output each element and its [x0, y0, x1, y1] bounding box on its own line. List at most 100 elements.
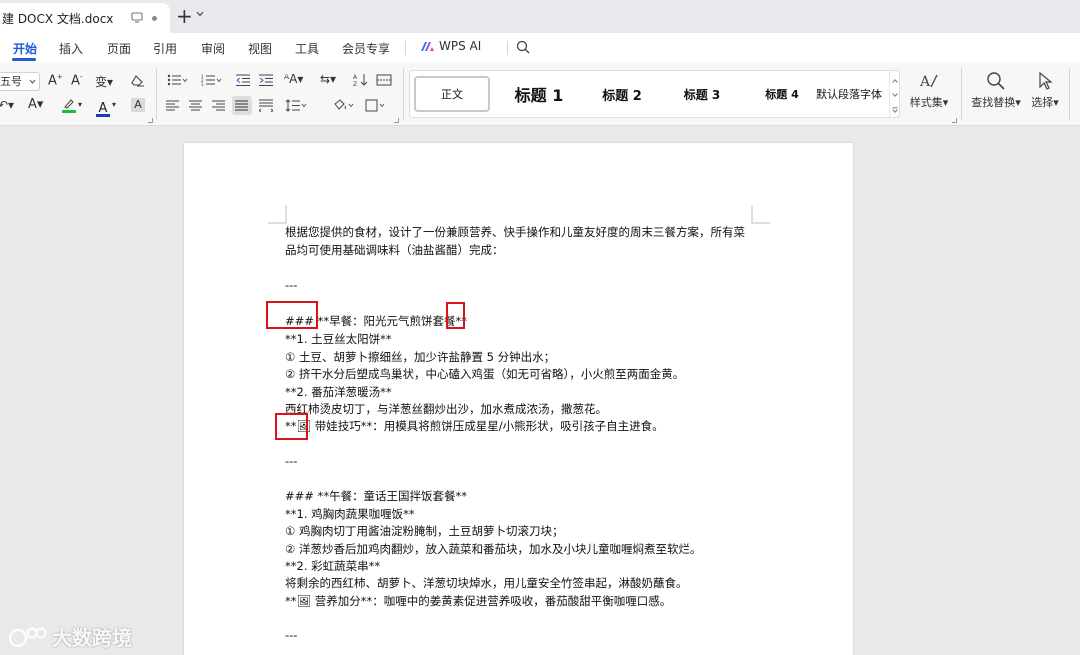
line-spacing-menu-icon[interactable]: ⇆▾	[320, 72, 336, 86]
unsaved-dot-icon[interactable]	[152, 16, 157, 21]
doc-paragraph[interactable]: **🖼 带娃技巧**：用模具将煎饼压成星星/小熊形状，吸引孩子自主进食。	[285, 418, 664, 434]
highlight-color-icon[interactable]	[61, 98, 77, 113]
new-tab-button[interactable]: +	[176, 6, 193, 26]
search-icon	[987, 72, 1005, 90]
crop-mark-top-right	[751, 205, 770, 224]
doc-paragraph[interactable]: **2. 彩虹蔬菜串**	[285, 558, 380, 574]
style-heading-4[interactable]: 标题 4	[742, 71, 822, 117]
expand-gallery-icon	[892, 107, 898, 113]
menu-references[interactable]: 引用	[153, 40, 177, 57]
svg-text:A: A	[919, 74, 931, 90]
justify-icon	[235, 100, 248, 111]
watermark-logo-icon	[8, 627, 47, 647]
find-replace-button[interactable]: 查找替换▾	[968, 71, 1024, 110]
annotation-box-heading-marks	[266, 301, 318, 329]
paint-bucket-icon[interactable]	[332, 99, 356, 112]
watermark-text: 大数跨境	[52, 626, 132, 650]
character-shading-icon[interactable]: A	[131, 98, 145, 112]
annotation-box-closing-asterisks	[446, 302, 465, 329]
text-direction-icon[interactable]: ᴬA▾	[284, 72, 303, 86]
eraser-icon[interactable]	[131, 74, 145, 87]
doc-paragraph[interactable]: 西红柿烫皮切丁，与洋葱丝翻炒出沙，加水煮成浓汤，撒葱花。	[285, 401, 607, 417]
ribbon-divider	[1069, 68, 1070, 120]
menu-view[interactable]: 视图	[248, 40, 272, 57]
font-size-select[interactable]: 五号	[0, 72, 40, 91]
doc-paragraph[interactable]: **🖼 营养加分**：咖喱中的姜黄素促进营养吸收，番茄酸甜平衡咖喱口感。	[285, 593, 671, 609]
wps-ai-button[interactable]: WPS AI	[421, 39, 481, 53]
doc-paragraph[interactable]: ② 挤干水分后塑成鸟巢状，中心磕入鸡蛋（如无可省略），小火煎至两面金黄。	[285, 366, 684, 382]
font-color-icon[interactable]: A	[96, 97, 110, 117]
ribbon-toolbar: 五号 A+ A- 变▾ ↶▾ A▾ ▾ A ▾ A 123 ᴬA▾ ⇆▾ A Z…	[0, 62, 1080, 126]
ribbon-divider	[961, 68, 962, 120]
doc-paragraph[interactable]: **1. 鸡胸肉蔬果咖喱饭**	[285, 506, 415, 522]
justify-button[interactable]	[232, 96, 252, 115]
chevron-down-icon[interactable]	[196, 11, 204, 17]
style-heading-3[interactable]: 标题 3	[662, 71, 742, 117]
distributed-align-icon[interactable]	[259, 99, 273, 112]
styles-gallery-scroll[interactable]	[889, 71, 899, 117]
doc-separator[interactable]: ---	[285, 628, 297, 642]
doc-paragraph[interactable]: **1. 土豆丝太阳饼**	[285, 331, 392, 347]
menu-member[interactable]: 会员专享	[342, 40, 390, 57]
rotate-text-icon[interactable]: ↶▾	[0, 98, 14, 112]
styles-dialog-launcher-icon[interactable]	[952, 118, 957, 123]
increase-indent-icon[interactable]	[259, 74, 273, 86]
bullet-list-icon[interactable]	[167, 74, 189, 86]
style-heading-2[interactable]: 标题 2	[582, 71, 662, 117]
align-left-icon[interactable]	[166, 100, 179, 111]
chevron-up-icon	[892, 79, 898, 83]
annotation-box-broken-emoji	[275, 413, 308, 440]
chevron-down-icon	[892, 93, 898, 97]
paragraph-dialog-launcher-icon[interactable]	[394, 118, 399, 123]
menu-tools[interactable]: 工具	[295, 40, 319, 57]
grow-font-icon[interactable]: A+	[48, 73, 63, 88]
search-icon[interactable]	[516, 40, 530, 54]
align-center-icon[interactable]	[189, 100, 202, 111]
ribbon-divider	[156, 68, 157, 120]
decrease-indent-icon[interactable]	[236, 74, 250, 86]
doc-paragraph[interactable]: **2. 番茄洋葱暖汤**	[285, 384, 392, 400]
style-set-label: 样式集	[909, 96, 943, 109]
menu-review[interactable]: 审阅	[201, 40, 225, 57]
doc-paragraph[interactable]: 将剩余的西红柿、胡萝卜、洋葱切块焯水，用儿童安全竹签串起，淋酸奶蘸食。	[285, 575, 688, 591]
style-default-paragraph-font[interactable]: 默认段落字体	[812, 71, 886, 117]
doc-separator[interactable]: ---	[285, 454, 297, 468]
select-button[interactable]: 选择▾	[1026, 71, 1064, 110]
menu-divider	[405, 41, 406, 55]
pinyin-guide-icon[interactable]: 变▾	[95, 73, 113, 90]
styles-gallery: 正文 标题 1 标题 2 标题 3 标题 4 默认段落字体	[409, 70, 900, 118]
tab-bar: 建 DOCX 文档.docx +	[0, 0, 1080, 33]
chevron-down-icon	[29, 79, 36, 84]
menu-insert[interactable]: 插入	[59, 40, 83, 57]
style-set-button[interactable]: A 样式集▾	[906, 71, 952, 110]
align-right-icon[interactable]	[212, 100, 225, 111]
sort-icon[interactable]: AZ	[353, 73, 369, 86]
menu-page[interactable]: 页面	[107, 40, 131, 57]
text-effect-icon[interactable]: A▾	[28, 97, 43, 112]
document-page[interactable]: 根据您提供的食材，设计了一份兼顾营养、快手操作和儿童友好度的周末三餐方案，所有菜…	[184, 143, 853, 655]
doc-paragraph[interactable]: ② 洋葱炒香后加鸡肉翻炒，放入蔬菜和番茄块，加水及小块儿童咖喱焖煮至软烂。	[285, 541, 701, 557]
font-size-value: 五号	[0, 75, 22, 88]
style-normal[interactable]: 正文	[414, 76, 490, 112]
font-dialog-launcher-icon[interactable]	[148, 118, 153, 123]
style-heading-1[interactable]: 标题 1	[498, 71, 580, 117]
border-icon[interactable]	[365, 99, 389, 112]
doc-heading-lunch[interactable]: ### **午餐：童话王国拌饭套餐**	[285, 488, 467, 504]
numbered-list-icon[interactable]: 123	[201, 74, 223, 86]
chevron-down-icon[interactable]: ▾	[78, 100, 82, 109]
doc-paragraph[interactable]: ① 鸡胸肉切丁用酱油淀粉腌制，土豆胡萝卜切滚刀块；	[285, 523, 563, 539]
doc-separator[interactable]: ---	[285, 278, 297, 292]
doc-paragraph[interactable]: ① 土豆、胡萝卜擦细丝，加少许盐静置 5 分钟出水；	[285, 349, 555, 365]
menu-home[interactable]: 开始	[13, 40, 37, 57]
style-set-icon: A	[919, 74, 938, 90]
monitor-icon[interactable]	[131, 12, 143, 23]
line-spacing-icon[interactable]	[285, 99, 307, 112]
shrink-font-icon[interactable]: A-	[71, 73, 82, 88]
show-marks-icon[interactable]	[376, 74, 392, 86]
chevron-down-icon[interactable]: ▾	[112, 100, 116, 109]
doc-paragraph[interactable]: 根据您提供的食材，设计了一份兼顾营养、快手操作和儿童友好度的周末三餐方案，所有菜	[285, 224, 745, 240]
document-tab[interactable]: 建 DOCX 文档.docx	[0, 3, 170, 33]
svg-text:Z: Z	[353, 81, 357, 86]
doc-paragraph[interactable]: 品均可使用基础调味料（油盐酱醋）完成：	[285, 242, 504, 258]
ribbon-divider	[403, 68, 404, 120]
